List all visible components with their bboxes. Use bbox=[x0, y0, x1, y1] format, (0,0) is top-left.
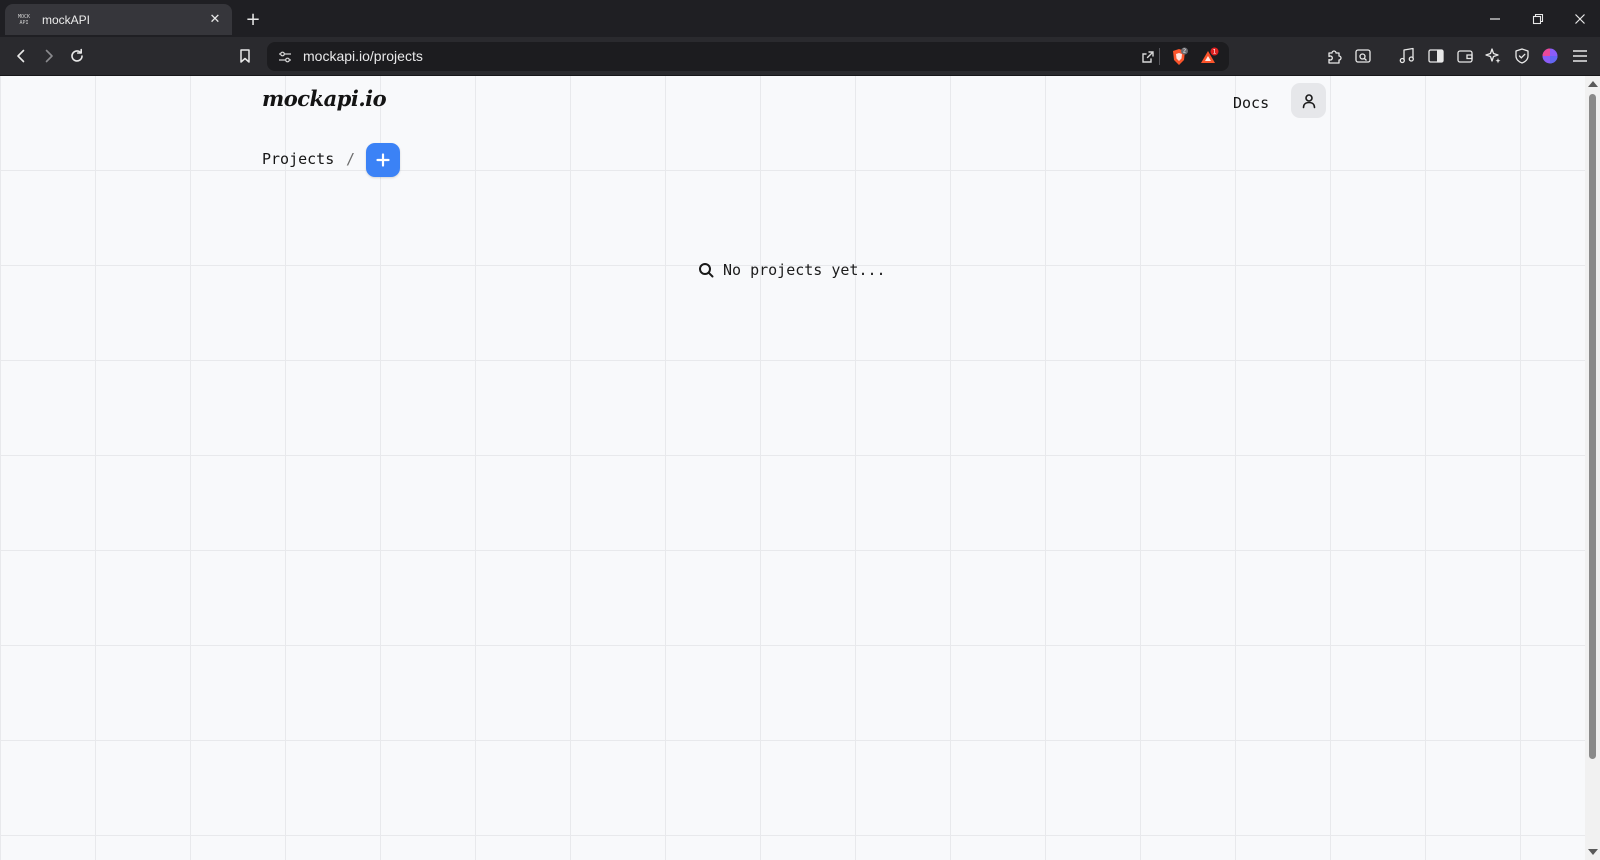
music-icon[interactable] bbox=[1395, 44, 1419, 68]
add-project-button[interactable] bbox=[366, 143, 400, 177]
tab-bar: MOCK API mockAPI ✕ + bbox=[0, 0, 1600, 37]
screenshot-icon[interactable] bbox=[1351, 44, 1375, 68]
scroll-down-arrow-icon[interactable] bbox=[1588, 849, 1598, 855]
browser-tab[interactable]: MOCK API mockAPI ✕ bbox=[5, 4, 232, 35]
wallet-icon[interactable] bbox=[1453, 44, 1477, 68]
breadcrumb-projects[interactable]: Projects bbox=[262, 150, 334, 168]
menu-icon[interactable] bbox=[1568, 44, 1592, 68]
minimize-icon[interactable] bbox=[1483, 7, 1507, 31]
reload-icon[interactable] bbox=[65, 44, 89, 68]
leo-ai-icon[interactable] bbox=[1481, 44, 1505, 68]
rewards-badge: 1 bbox=[1213, 48, 1217, 55]
docs-link[interactable]: Docs bbox=[1233, 94, 1269, 112]
plus-icon bbox=[376, 153, 390, 167]
empty-state: No projects yet... bbox=[698, 261, 886, 279]
address-bar[interactable]: mockapi.io/projects 2 1 bbox=[267, 42, 1229, 71]
bookmark-icon[interactable] bbox=[233, 44, 257, 68]
restore-icon[interactable] bbox=[1526, 7, 1550, 31]
brave-shields-icon[interactable]: 2 bbox=[1167, 45, 1191, 69]
window-close-icon[interactable] bbox=[1568, 7, 1592, 31]
tab-favicon: MOCK API bbox=[17, 13, 31, 26]
tab-title: mockAPI bbox=[42, 12, 91, 27]
puzzle-icon[interactable] bbox=[1323, 44, 1347, 68]
scroll-thumb[interactable] bbox=[1589, 94, 1596, 759]
share-icon[interactable] bbox=[1136, 45, 1160, 69]
page-scrollbar[interactable] bbox=[1585, 76, 1600, 860]
user-avatar-button[interactable] bbox=[1291, 83, 1326, 118]
forward-icon[interactable] bbox=[37, 44, 61, 68]
search-icon bbox=[699, 263, 714, 278]
site-logo[interactable]: mockapi.io bbox=[262, 86, 387, 111]
brave-rewards-icon[interactable]: 1 bbox=[1197, 45, 1221, 69]
sidebar-icon[interactable] bbox=[1424, 44, 1448, 68]
breadcrumb-separator: / bbox=[346, 150, 356, 168]
close-icon[interactable]: ✕ bbox=[204, 9, 226, 31]
url-text[interactable]: mockapi.io/projects bbox=[303, 48, 423, 64]
vpn-icon[interactable] bbox=[1510, 44, 1534, 68]
shields-badge: 2 bbox=[1183, 49, 1186, 55]
empty-state-text: No projects yet... bbox=[723, 261, 886, 279]
scroll-up-arrow-icon[interactable] bbox=[1588, 81, 1598, 87]
user-icon bbox=[1302, 93, 1315, 108]
tune-icon[interactable] bbox=[273, 45, 297, 69]
address-bar-divider bbox=[1159, 48, 1160, 65]
browser-toolbar: mockapi.io/projects 2 1 bbox=[0, 37, 1600, 76]
profile-icon[interactable] bbox=[1538, 44, 1562, 68]
page-content: mockapi.io Docs Projects / No projects y… bbox=[0, 76, 1585, 860]
plus-icon[interactable]: + bbox=[241, 7, 265, 31]
back-icon[interactable] bbox=[9, 44, 33, 68]
